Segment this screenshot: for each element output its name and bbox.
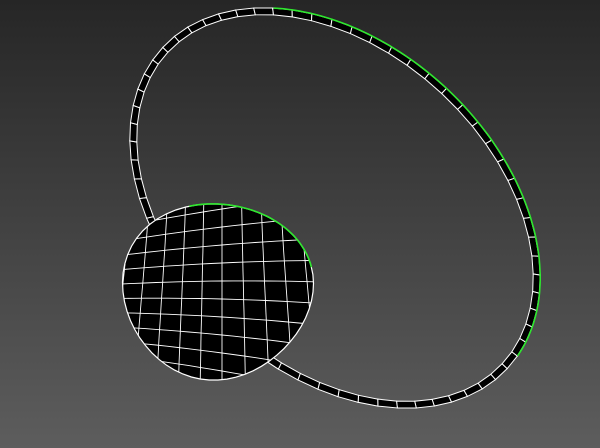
band-segment (395, 400, 417, 409)
band-segment (377, 398, 398, 409)
band-segment (253, 7, 275, 16)
viewport-canvas[interactable] (0, 0, 600, 448)
band-segment (129, 122, 138, 143)
3d-viewport[interactable] (0, 0, 600, 448)
band-segment (414, 398, 435, 409)
band-segment (129, 140, 139, 161)
band-segment (235, 7, 256, 18)
